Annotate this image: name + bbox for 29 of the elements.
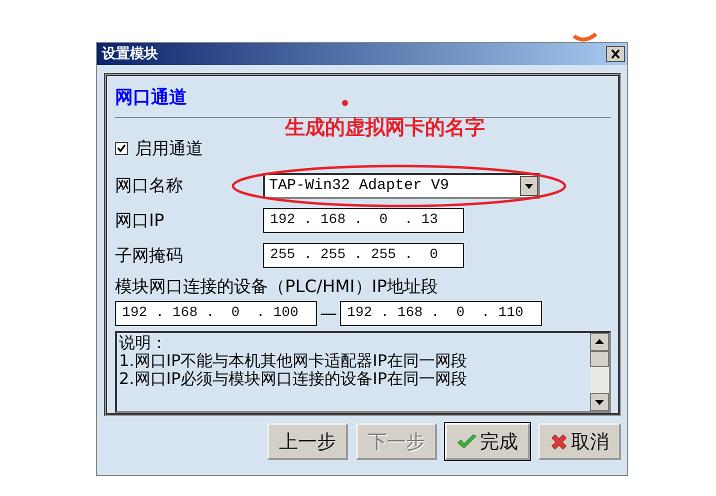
scroll-down-icon[interactable] <box>590 393 609 411</box>
range-label: 模块网口连接的设备（PLC/HMI）IP地址段 <box>115 276 438 299</box>
field-label: 网口名称 <box>115 175 184 197</box>
finish-button[interactable]: 完成 <box>445 423 530 460</box>
scroll-thumb[interactable] <box>590 351 609 367</box>
annotation-text: 生成的虚拟网卡的名字 <box>285 114 485 141</box>
check-icon <box>457 434 477 450</box>
adapter-dropdown[interactable]: TAP-Win32 Adapter V9 <box>263 172 540 198</box>
cancel-button[interactable]: 取消 <box>538 423 621 460</box>
close-icon[interactable] <box>606 46 625 62</box>
checkbox[interactable] <box>115 142 128 154</box>
ip-field[interactable]: 192 . 168 . 0 . 110 <box>340 301 542 326</box>
field-label: 子网掩码 <box>115 245 184 267</box>
scroll-up-icon[interactable] <box>590 333 609 351</box>
note-line: 1.网口IP不能与本机其他网卡适配器IP在同一网段 <box>119 352 467 370</box>
checkbox-label: 启用通道 <box>135 138 203 160</box>
ip-field[interactable]: 192 . 168 . 0 . 13 <box>263 208 464 233</box>
range-separator: — <box>320 304 337 324</box>
window-title: 设置模块 <box>102 45 158 63</box>
annotation-dot <box>342 100 348 106</box>
scrollbar[interactable] <box>590 333 609 411</box>
back-button[interactable]: 上一步 <box>267 423 348 460</box>
field-label: 网口IP <box>115 210 166 232</box>
cross-icon <box>550 432 568 450</box>
note-line: 2.网口IP必须与模块网口连接的设备IP在同一网段 <box>119 370 467 388</box>
note-line: 说明： <box>119 334 167 352</box>
section-title: 网口通道 <box>115 86 187 110</box>
ip-field[interactable]: 255 . 255 . 255 . 0 <box>263 243 464 268</box>
ip-field[interactable]: 192 . 168 . 0 . 100 <box>115 301 317 326</box>
